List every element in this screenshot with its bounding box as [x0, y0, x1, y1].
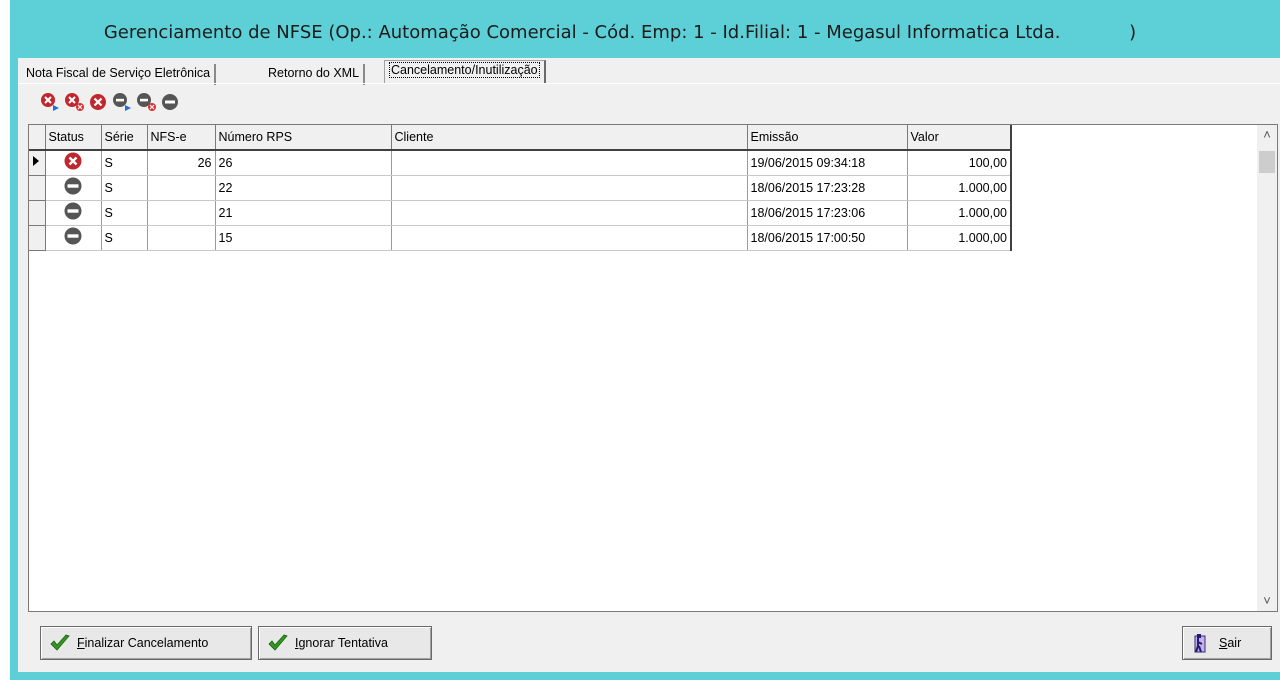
tab-divider [18, 83, 1280, 84]
inutilize-icon [64, 177, 82, 195]
numero-rps-cell: 15 [215, 225, 392, 251]
inutilize-delete-icon[interactable] [136, 92, 158, 112]
serie-cell: S [101, 175, 148, 201]
cliente-cell [391, 200, 748, 226]
inutilize-icon [64, 227, 82, 245]
tab-nota-fiscal[interactable]: Nota Fiscal de Serviço Eletrônica [22, 64, 217, 85]
cliente-cell [391, 225, 748, 251]
inutilize-icon[interactable] [160, 92, 182, 112]
serie-cell: S [101, 150, 148, 176]
valor-cell: 1.000,00 [907, 225, 1012, 251]
numero-rps-cell: 26 [215, 150, 392, 176]
grid-header-row: Status Série NFS-e Número RPS Cliente Em… [29, 125, 1012, 151]
row-indicator[interactable] [29, 150, 46, 176]
tab-label: Cancelamento/Inutilização [389, 62, 540, 78]
table-row[interactable]: S 22 18/06/2015 17:23:28 1.000,00 [29, 175, 1012, 201]
nfse-cell: 26 [147, 150, 216, 176]
current-row-arrow-icon [33, 156, 39, 167]
vertical-scrollbar[interactable]: ˄ ˅ [1257, 125, 1277, 611]
nfse-cell [147, 225, 216, 251]
emissao-cell: 18/06/2015 17:23:28 [747, 175, 908, 201]
client-area: Nota Fiscal de Serviço Eletrônica Retorn… [18, 58, 1280, 672]
emissao-cell: 18/06/2015 17:23:06 [747, 200, 908, 226]
valor-cell: 1.000,00 [907, 175, 1012, 201]
window-title: Gerenciamento de NFSE (Op.: Automação Co… [103, 22, 1137, 43]
finalize-cancel-label: Finalizar Cancelamento [77, 636, 209, 650]
cancel-send-icon[interactable] [40, 92, 62, 112]
cliente-cell [391, 150, 748, 176]
ignore-attempt-button[interactable]: Ignorar Tentativa [258, 626, 432, 660]
column-header-status[interactable]: Status [45, 125, 102, 151]
row-indicator[interactable] [29, 175, 46, 201]
column-header-valor[interactable]: Valor [907, 125, 1012, 151]
column-header-numero-rps[interactable]: Número RPS [215, 125, 392, 151]
checkmark-icon [268, 634, 288, 651]
main-window: Gerenciamento de NFSE (Op.: Automação Co… [10, 0, 1280, 680]
table-row[interactable]: S 21 18/06/2015 17:23:06 1.000,00 [29, 200, 1012, 226]
grid-table: Status Série NFS-e Número RPS Cliente Em… [29, 125, 1012, 251]
row-indicator-header [29, 125, 46, 151]
row-indicator[interactable] [29, 200, 46, 226]
finalize-cancel-button[interactable]: Finalizar Cancelamento [40, 626, 252, 660]
status-cell [45, 150, 102, 176]
column-header-cliente[interactable]: Cliente [391, 125, 748, 151]
cancel-icon [64, 152, 82, 170]
cliente-cell [391, 175, 748, 201]
column-header-emissao[interactable]: Emissão [747, 125, 908, 151]
serie-cell: S [101, 200, 148, 226]
serie-cell: S [101, 225, 148, 251]
inutilize-icon [64, 202, 82, 220]
cancel-delete-icon[interactable] [64, 92, 86, 112]
scroll-down-icon[interactable]: ˅ [1257, 591, 1277, 611]
status-cell [45, 175, 102, 201]
inutilize-send-icon[interactable] [112, 92, 134, 112]
tab-label: Retorno do XML [268, 66, 360, 80]
scroll-thumb[interactable] [1259, 151, 1275, 173]
nfse-grid[interactable]: Status Série NFS-e Número RPS Cliente Em… [28, 124, 1278, 612]
status-cell [45, 200, 102, 226]
valor-cell: 1.000,00 [907, 200, 1012, 226]
exit-door-icon [1194, 634, 1206, 653]
valor-cell: 100,00 [907, 150, 1012, 176]
table-row[interactable]: S 15 18/06/2015 17:00:50 1.000,00 [29, 225, 1012, 251]
tab-cancelamento[interactable]: Cancelamento/Inutilização [384, 60, 546, 84]
scroll-up-icon[interactable]: ˄ [1257, 125, 1277, 145]
nfse-cell [147, 200, 216, 226]
tab-retorno-xml[interactable]: Retorno do XML [264, 64, 366, 85]
exit-button[interactable]: Sair [1182, 626, 1272, 660]
status-cell [45, 225, 102, 251]
nfse-cell [147, 175, 216, 201]
numero-rps-cell: 22 [215, 175, 392, 201]
emissao-cell: 18/06/2015 17:00:50 [747, 225, 908, 251]
column-header-nfse[interactable]: NFS-e [147, 125, 216, 151]
emissao-cell: 19/06/2015 09:34:18 [747, 150, 908, 176]
cancel-icon[interactable] [88, 92, 110, 112]
row-indicator[interactable] [29, 225, 46, 251]
exit-label: Sair [1219, 636, 1242, 650]
title-bar[interactable]: Gerenciamento de NFSE (Op.: Automação Co… [10, 0, 1280, 62]
numero-rps-cell: 21 [215, 200, 392, 226]
checkmark-icon [50, 634, 70, 651]
ignore-attempt-label: Ignorar Tentativa [295, 636, 388, 650]
column-header-serie[interactable]: Série [101, 125, 148, 151]
tab-label: Nota Fiscal de Serviço Eletrônica [26, 66, 211, 80]
table-row[interactable]: S 26 26 19/06/2015 09:34:18 100,00 [29, 150, 1012, 176]
